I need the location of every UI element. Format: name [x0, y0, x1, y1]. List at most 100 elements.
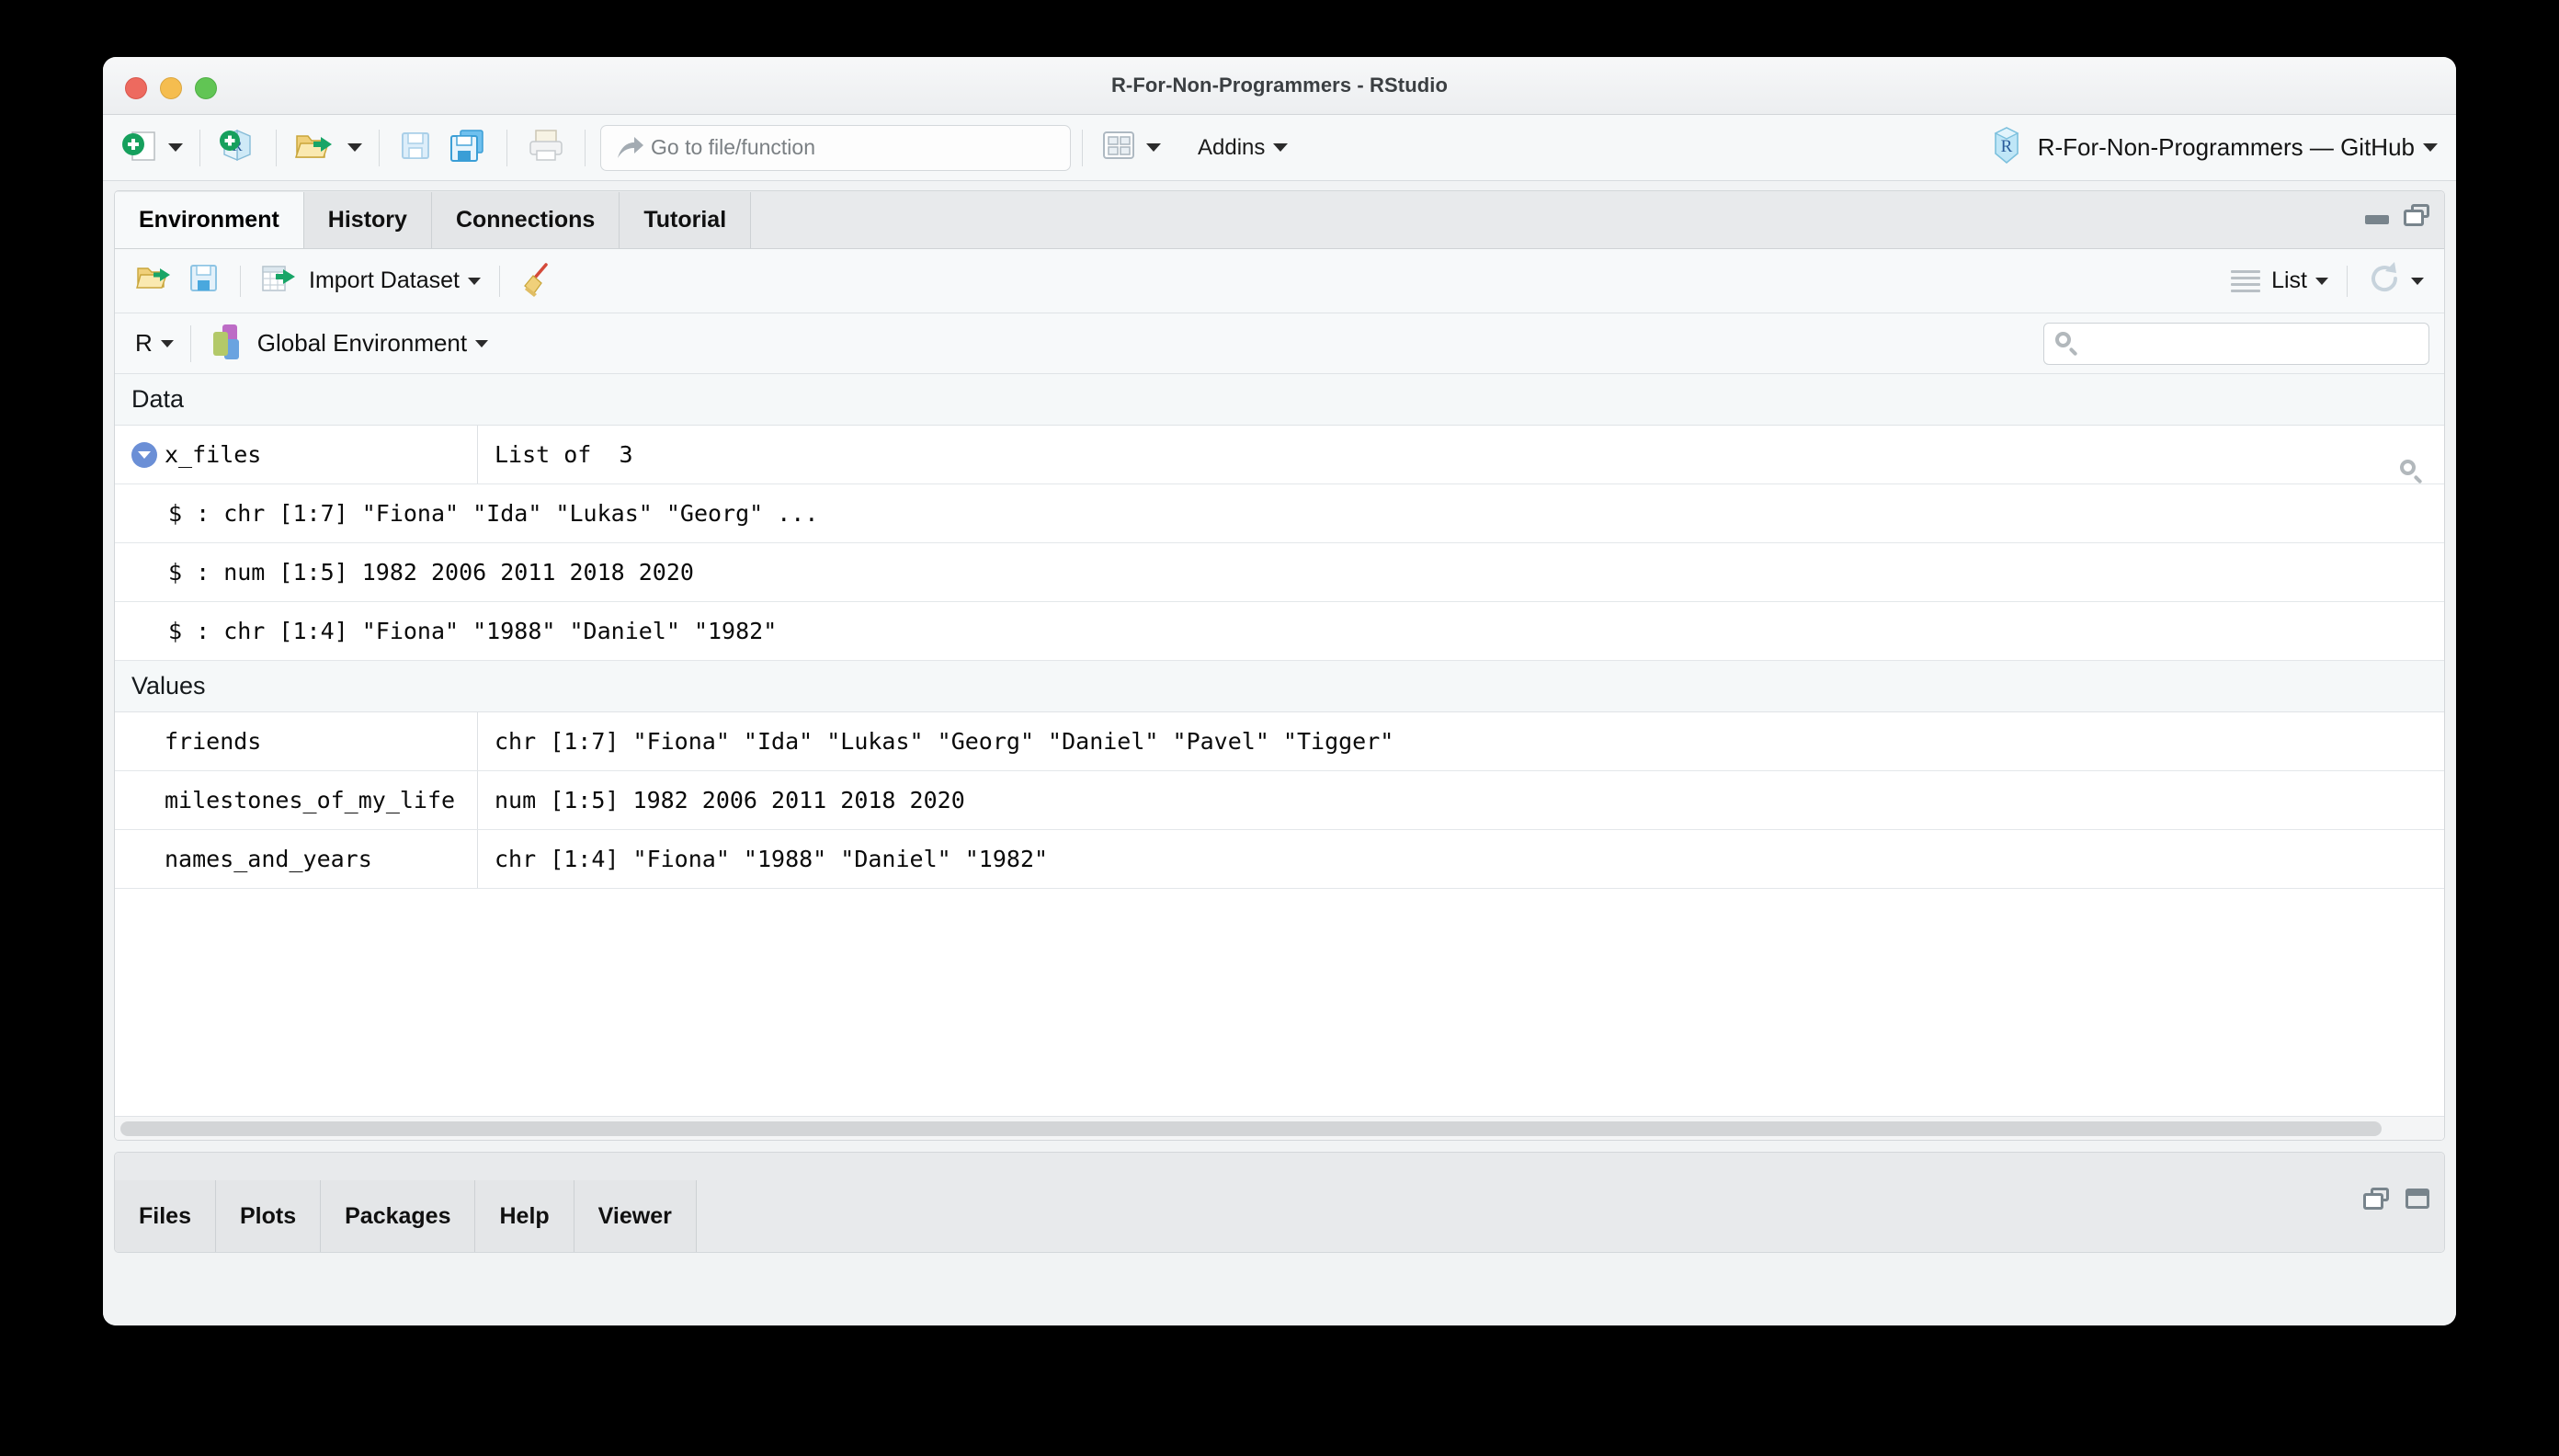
restore-pane-icon[interactable] [2404, 1188, 2431, 1210]
tab-tutorial-label: Tutorial [643, 207, 727, 233]
environment-pane: Environment History Connections Tutorial [114, 190, 2445, 1141]
table-row[interactable]: friends chr [1:7] "Fiona" "Ida" "Lukas" … [115, 712, 2444, 771]
object-value: chr [1:7] "Fiona" "Ida" "Lukas" "Georg" … [495, 728, 1394, 755]
goto-file-placeholder: Go to file/function [651, 135, 815, 159]
title-bar: R-For-Non-Programmers - RStudio [103, 57, 2456, 115]
files-pane: Files Plots Packages Help Viewer [114, 1152, 2445, 1253]
view-mode-label: List [2271, 267, 2307, 293]
panes-grid-icon [1099, 127, 1138, 168]
print-button[interactable] [518, 125, 574, 171]
addins-caret-icon[interactable] [1273, 143, 1289, 152]
pane-container: Environment History Connections Tutorial [103, 181, 2456, 1325]
save-all-button[interactable] [440, 125, 495, 171]
view-object-icon[interactable] [2400, 460, 2424, 483]
project-caret-icon[interactable] [2423, 143, 2438, 152]
object-name: milestones_of_my_life [165, 787, 456, 813]
tab-history[interactable]: History [303, 192, 432, 248]
load-workspace-button[interactable] [130, 258, 181, 304]
language-caret-icon[interactable] [160, 339, 174, 347]
horizontal-scrollbar[interactable] [115, 1116, 2444, 1140]
open-folder-icon [135, 261, 176, 301]
tab-plots-label: Plots [239, 1202, 297, 1229]
scrollbar-thumb[interactable] [120, 1121, 2382, 1136]
import-dataset-caret-icon[interactable] [467, 277, 481, 285]
tab-history-label: History [327, 207, 407, 233]
tab-plots[interactable]: Plots [215, 1180, 322, 1252]
refresh-button[interactable] [2360, 258, 2429, 304]
group-header-data: Data [115, 374, 2444, 426]
object-name: friends [165, 728, 262, 755]
new-project-icon: R [217, 125, 259, 170]
addins-button[interactable]: Addins [1183, 125, 1293, 171]
open-file-caret-icon[interactable] [347, 143, 362, 152]
goto-file-function-input[interactable]: Go to file/function [600, 124, 1071, 171]
tab-help[interactable]: Help [475, 1180, 574, 1252]
new-file-caret-icon[interactable] [168, 143, 183, 152]
project-button[interactable]: R R-For-Non-Programmers — GitHub [1986, 124, 2445, 171]
workspace-panes-button[interactable] [1094, 125, 1166, 171]
object-detail: $ : chr [1:4] "Fiona" "1988" "Daniel" "1… [168, 618, 778, 644]
object-name-cell: friends [115, 712, 478, 770]
tab-files-label: Files [139, 1202, 191, 1229]
expand-collapse-icon[interactable] [131, 441, 157, 468]
files-pane-controls [2363, 1188, 2431, 1210]
goto-arrow-icon [614, 134, 645, 162]
tab-connections-label: Connections [455, 207, 596, 233]
view-mode-caret-icon[interactable] [2315, 277, 2328, 285]
maximize-pane-icon[interactable] [2404, 204, 2431, 226]
toolbar-divider [506, 129, 507, 166]
open-folder-icon [293, 125, 339, 170]
new-project-button[interactable]: R [211, 125, 265, 171]
tab-tutorial[interactable]: Tutorial [620, 192, 752, 248]
toolbar-divider [240, 265, 241, 297]
environment-object-table: Data x_files List of 3 $ : chr [1:7] "Fi… [115, 374, 2444, 1140]
toolbar-divider [379, 129, 380, 166]
printer-icon [524, 125, 568, 170]
import-dataset-icon [259, 261, 300, 301]
tab-environment[interactable]: Environment [115, 192, 304, 248]
maximize-pane-icon[interactable] [2363, 1188, 2391, 1210]
object-value: chr [1:4] "Fiona" "1988" "Daniel" "1982" [495, 846, 1049, 872]
environment-tabstrip: Environment History Connections Tutorial [115, 191, 2444, 249]
object-value: num [1:5] 1982 2006 2011 2018 2020 [495, 787, 965, 813]
environment-toolbar: Import Dataset List [115, 249, 2444, 313]
environment-caret-icon[interactable] [475, 339, 489, 347]
list-view-icon [2231, 269, 2261, 292]
toolbar-divider [276, 129, 277, 166]
environment-scope-bar: R Global Environment [115, 313, 2444, 374]
import-dataset-button[interactable]: Import Dataset [254, 258, 486, 304]
save-button[interactable] [391, 125, 440, 171]
environment-selector[interactable]: Global Environment [202, 321, 494, 367]
panes-caret-icon[interactable] [1146, 143, 1161, 152]
tab-viewer[interactable]: Viewer [574, 1180, 697, 1252]
refresh-caret-icon[interactable] [2411, 277, 2424, 285]
environment-search-input[interactable] [2043, 322, 2429, 365]
main-toolbar: R [103, 115, 2456, 181]
tab-packages[interactable]: Packages [321, 1180, 476, 1252]
table-row: $ : chr [1:7] "Fiona" "Ida" "Lukas" "Geo… [115, 484, 2444, 543]
window-title: R-For-Non-Programmers - RStudio [1110, 74, 1449, 97]
save-all-icon [446, 125, 490, 170]
table-row: $ : num [1:5] 1982 2006 2011 2018 2020 [115, 543, 2444, 602]
view-mode-button[interactable]: List [2225, 258, 2334, 304]
save-workspace-button[interactable] [181, 258, 227, 304]
language-selector[interactable]: R [130, 321, 179, 367]
tab-help-label: Help [499, 1202, 550, 1229]
addins-label: Addins [1198, 134, 1266, 160]
new-file-button[interactable] [114, 125, 188, 171]
object-name-cell: names_and_years [115, 830, 478, 888]
svg-text:R: R [2000, 137, 2012, 156]
tab-connections[interactable]: Connections [431, 192, 620, 248]
toolbar-divider [199, 129, 200, 166]
open-file-button[interactable] [288, 125, 368, 171]
table-row[interactable]: milestones_of_my_life num [1:5] 1982 200… [115, 771, 2444, 830]
table-row[interactable]: x_files List of 3 [115, 426, 2444, 484]
tab-files[interactable]: Files [115, 1180, 216, 1252]
environment-stack-icon [208, 321, 246, 366]
minimize-pane-icon[interactable] [2363, 204, 2391, 226]
toolbar-divider [498, 265, 500, 297]
environment-toolbar-right: List [2225, 258, 2429, 304]
tab-viewer-label: Viewer [597, 1202, 672, 1229]
clear-objects-button[interactable] [513, 258, 561, 304]
table-row[interactable]: names_and_years chr [1:4] "Fiona" "1988"… [115, 830, 2444, 889]
